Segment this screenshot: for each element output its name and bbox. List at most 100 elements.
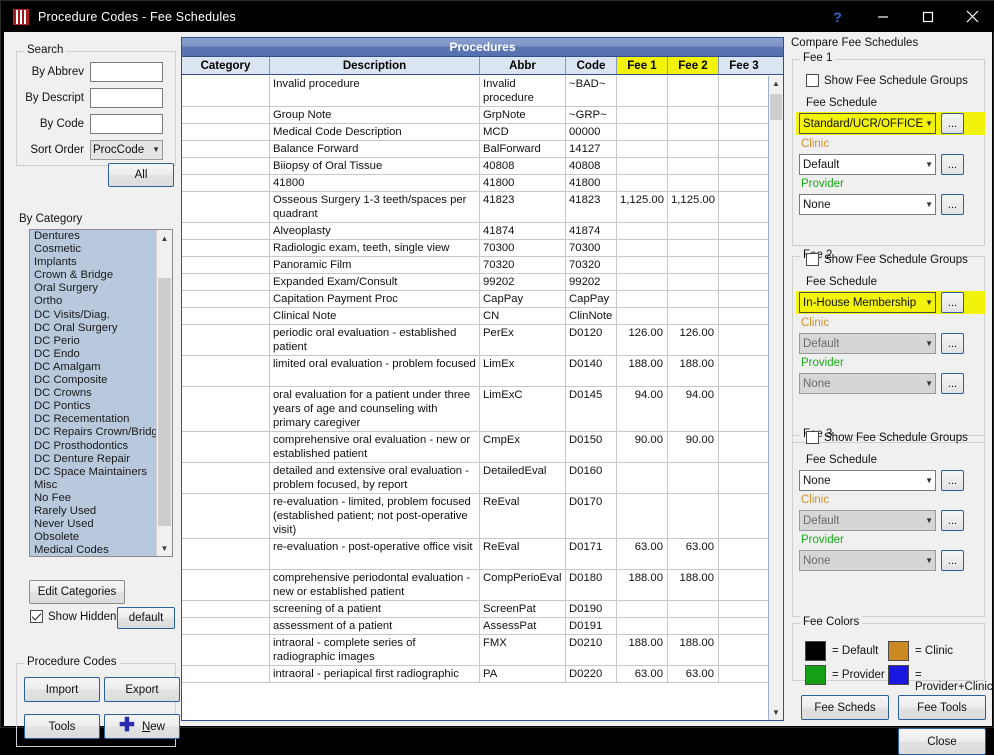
fee-1-show-groups-checkbox[interactable] [806,74,819,87]
fee-2-schedule-select[interactable]: In-House Membership ▼ [799,292,936,313]
category-list-item[interactable]: Medical Codes [30,544,158,556]
table-row[interactable]: Capitation Payment Proc CapPay CapPay [182,291,768,308]
default-button[interactable]: default [117,607,175,629]
table-row[interactable]: Panoramic Film 70320 70320 [182,257,768,274]
category-list-item[interactable]: DC Space Maintainers [30,465,158,479]
fee-3-schedule-ellipsis-button[interactable]: ... [941,470,964,491]
category-list-item[interactable]: DC Amalgam [30,360,158,375]
all-button[interactable]: All [108,163,174,187]
fee-1-clinic-select[interactable]: Default ▼ [799,154,936,175]
grid-column-header[interactable]: Abbr [480,57,566,74]
category-list-item[interactable]: Ortho [30,295,158,309]
table-row[interactable]: assessment of a patient AssessPat D0191 [182,618,768,635]
fee-1-provider-ellipsis-button[interactable]: ... [941,194,964,215]
category-list-item[interactable]: Dentures [30,230,158,244]
category-list-item[interactable]: Obsolete [30,531,158,545]
by-descript-input[interactable] [90,88,163,108]
table-row[interactable]: intraoral - periapical first radiographi… [182,666,768,683]
table-row[interactable]: Osseous Surgery 1-3 teeth/spaces per qua… [182,192,768,223]
grid-body[interactable]: Invalid procedure Invalid procedure ~BAD~ G… [182,76,768,720]
import-button[interactable]: Import [24,677,100,702]
table-row[interactable]: detailed and extensive oral evaluation -… [182,463,768,494]
category-list-item[interactable]: DC Crowns [30,387,158,401]
grid-column-header[interactable]: Code [566,57,617,74]
table-row[interactable]: re-evaluation - limited, problem focused… [182,494,768,539]
fee-2-show-groups-row[interactable]: Show Fee Schedule Groups [806,253,968,266]
category-list-item[interactable]: DC Prosthodontics [30,439,158,453]
grid-scroll-up-icon[interactable]: ▲ [769,76,783,91]
grid-column-header[interactable]: Fee 3 [719,57,769,74]
fee-2-clinic-ellipsis-button[interactable]: ... [941,333,964,354]
category-list-item[interactable]: DC Visits/Diag. [30,308,158,322]
category-list-item[interactable]: DC Endo [30,347,158,361]
table-row[interactable]: re-evaluation - post-operative office vi… [182,539,768,570]
table-row[interactable]: intraoral - complete series of radiograp… [182,635,768,666]
fee-1-provider-select[interactable]: None ▼ [799,194,936,215]
fee-3-show-groups-row[interactable]: Show Fee Schedule Groups [806,431,968,444]
table-row[interactable]: 41800 41800 41800 [182,175,768,192]
fee-scheds-button[interactable]: Fee Scheds [801,695,889,720]
category-list-item[interactable]: DC Denture Repair [30,452,158,466]
maximize-icon[interactable] [905,1,950,32]
category-list-item[interactable]: DC Composite [30,374,158,388]
table-row[interactable]: comprehensive periodontal evaluation - n… [182,570,768,601]
category-list-item[interactable]: Misc [30,478,158,492]
fee-3-show-groups-checkbox[interactable] [806,431,819,444]
scroll-down-icon[interactable]: ▼ [157,540,172,556]
category-list-item[interactable]: DC Pontics [30,400,158,414]
fee-3-provider-ellipsis-button[interactable]: ... [941,550,964,571]
category-list-item[interactable]: DC Oral Surgery [30,321,158,335]
table-row[interactable]: Biiopsy of Oral Tissue 40808 40808 [182,158,768,175]
tools-button[interactable]: Tools [24,714,100,739]
close-icon[interactable] [950,1,994,32]
fee-3-schedule-select[interactable]: None ▼ [799,470,936,491]
table-row[interactable]: limited oral evaluation - problem focuse… [182,356,768,387]
fee-2-provider-ellipsis-button[interactable]: ... [941,373,964,394]
edit-categories-button[interactable]: Edit Categories [29,580,125,604]
table-row[interactable]: Invalid procedure Invalid procedure ~BAD~ [182,76,768,107]
category-list-item[interactable]: DC Recementation [30,413,158,427]
help-icon[interactable]: ? [815,1,860,32]
category-list-item[interactable]: No Fee [30,491,158,505]
fee-tools-button[interactable]: Fee Tools [898,695,986,720]
table-row[interactable]: periodic oral evaluation - established p… [182,325,768,356]
category-list-item[interactable]: Crown & Bridge [30,269,158,283]
fee-1-show-groups-row[interactable]: Show Fee Schedule Groups [806,74,968,87]
sort-order-select[interactable]: ProcCode ▼ [90,140,163,160]
table-row[interactable]: Expanded Exam/Consult 99202 99202 [182,274,768,291]
grid-column-header[interactable]: Fee 2 [668,57,719,74]
fee-1-schedule-select[interactable]: Standard/UCR/OFFICE FEE ▼ [799,113,936,134]
scroll-up-icon[interactable]: ▲ [157,230,172,246]
show-hidden-row[interactable]: Show Hidden [30,610,116,623]
fee-1-schedule-ellipsis-button[interactable]: ... [941,113,964,134]
category-list-item[interactable]: Implants [30,256,158,270]
category-list-item[interactable]: Never Used [30,518,158,532]
category-list-item[interactable]: Cosmetic [30,243,158,257]
close-button[interactable]: Close [898,728,986,755]
category-list-item[interactable]: DC Perio [30,334,158,348]
scrollbar-thumb[interactable] [158,278,171,526]
fee-2-schedule-ellipsis-button[interactable]: ... [941,292,964,313]
fee-2-show-groups-checkbox[interactable] [806,253,819,266]
grid-scrollbar-thumb[interactable] [770,94,782,120]
grid-scrollbar[interactable]: ▲ ▼ [768,76,783,720]
fee-3-clinic-ellipsis-button[interactable]: ... [941,510,964,531]
export-button[interactable]: Export [104,677,180,702]
table-row[interactable]: Balance Forward BalForward 14127 [182,141,768,158]
grid-scroll-down-icon[interactable]: ▼ [769,705,783,720]
category-list-item[interactable]: DC Repairs Crown/Bridg [30,426,158,440]
table-row[interactable]: Medical Code Description MCD 00000 [182,124,768,141]
by-abbrev-input[interactable] [90,62,163,82]
category-scrollbar[interactable]: ▲ ▼ [156,230,172,556]
grid-column-header[interactable]: Category [182,57,270,74]
category-listbox[interactable]: Dentures Cosmetic Implants Crown & Bridge Or… [29,229,173,557]
table-row[interactable]: Radiologic exam, teeth, single view 70300… [182,240,768,257]
table-row[interactable]: oral evaluation for a patient under thre… [182,387,768,432]
new-button[interactable]: ✚ New [104,714,180,739]
grid-column-header[interactable]: Fee 1 [617,57,668,74]
grid-column-header[interactable]: Description [270,57,480,74]
table-row[interactable]: Alveoplasty 41874 41874 [182,223,768,240]
category-list-item[interactable]: Rarely Used [30,504,158,519]
table-row[interactable]: screening of a patient ScreenPat D0190 [182,601,768,618]
by-code-input[interactable] [90,114,163,134]
